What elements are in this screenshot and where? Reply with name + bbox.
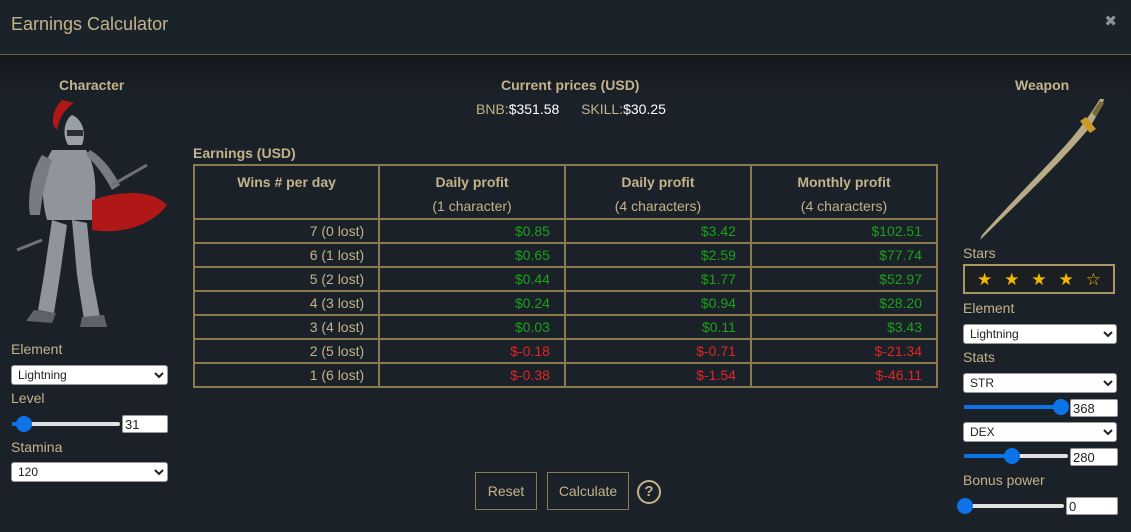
table-row: 1 (6 lost) $-0.38 $-1.54 $-46.11 <box>192 362 939 388</box>
monthly-4-cell: $52.97 <box>749 266 939 292</box>
skill-label: SKILL: <box>581 101 624 117</box>
table-row: 5 (2 lost) $0.44 $1.77 $52.97 <box>192 266 939 292</box>
column-header: Daily profit (4 characters) <box>563 164 752 220</box>
stat2-input[interactable] <box>1070 448 1118 466</box>
wins-cell: 4 (3 lost) <box>192 290 381 316</box>
stat2-select[interactable]: DEX <box>963 422 1117 442</box>
monthly-4-cell: $-21.34 <box>749 338 939 364</box>
monthly-4-cell: $-46.11 <box>749 362 939 388</box>
stat1-select[interactable]: STR <box>963 373 1117 393</box>
character-heading: Character <box>59 77 125 93</box>
daily-1-cell: $-0.38 <box>378 362 566 388</box>
skill-value: $30.25 <box>623 101 666 117</box>
stars-label: Stars <box>963 245 996 261</box>
daily-1-cell: $0.24 <box>378 290 566 316</box>
close-icon[interactable]: ✖ <box>1104 12 1117 30</box>
daily-1-cell: $-0.18 <box>378 338 566 364</box>
column-header: Wins # per day <box>192 164 381 220</box>
character-element-label: Element <box>11 341 63 357</box>
stat2-slider[interactable] <box>964 448 1068 464</box>
stamina-select[interactable]: 120 <box>11 462 168 482</box>
earnings-heading: Earnings (USD) <box>193 145 296 161</box>
monthly-4-cell: $3.43 <box>749 314 939 340</box>
bonus-power-input[interactable] <box>1066 497 1118 515</box>
star-filled-icon[interactable]: ★ <box>1059 271 1074 288</box>
level-slider[interactable] <box>12 416 120 432</box>
character-image <box>16 100 167 327</box>
monthly-4-cell: $102.51 <box>749 218 939 244</box>
slider-track <box>964 504 1064 508</box>
table-row: 4 (3 lost) $0.24 $0.94 $28.20 <box>192 290 939 316</box>
level-input[interactable] <box>122 415 168 433</box>
stamina-label: Stamina <box>11 439 63 455</box>
bonus-power-label: Bonus power <box>963 472 1045 488</box>
weapon-image <box>980 99 1104 240</box>
wins-cell: 2 (5 lost) <box>192 338 381 364</box>
star-filled-icon[interactable]: ★ <box>977 271 992 288</box>
daily-4-cell: $0.94 <box>563 290 752 316</box>
slider-handle[interactable] <box>1003 448 1020 464</box>
star-filled-icon[interactable]: ★ <box>1004 271 1019 288</box>
daily-4-cell: $3.42 <box>563 218 752 244</box>
daily-4-cell: $1.77 <box>563 266 752 292</box>
stat1-input[interactable] <box>1070 399 1118 417</box>
table-row: 2 (5 lost) $-0.18 $-0.71 $-21.34 <box>192 338 939 364</box>
slider-handle[interactable] <box>15 416 32 432</box>
wins-cell: 7 (0 lost) <box>192 218 381 244</box>
modal-title: Earnings Calculator <box>11 14 169 34</box>
reset-button[interactable]: Reset <box>475 472 537 510</box>
bnb-value: $351.58 <box>508 101 560 117</box>
table-row: 7 (0 lost) $0.85 $3.42 $102.51 <box>192 218 939 244</box>
level-label: Level <box>11 390 45 406</box>
wins-cell: 3 (4 lost) <box>192 314 381 340</box>
daily-4-cell: $-1.54 <box>563 362 752 388</box>
modal-header: Earnings Calculator ✖ <box>0 0 1131 55</box>
slider-fill <box>964 405 1060 409</box>
wins-cell: 1 (6 lost) <box>192 362 381 388</box>
bonus-power-slider[interactable] <box>957 498 1064 514</box>
daily-4-cell: $-0.71 <box>563 338 752 364</box>
wins-cell: 5 (2 lost) <box>192 266 381 292</box>
monthly-4-cell: $77.74 <box>749 242 939 268</box>
daily-1-cell: $0.85 <box>378 218 566 244</box>
table-header-row: Wins # per day Daily profit (1 character)… <box>192 164 939 220</box>
daily-1-cell: $0.44 <box>378 266 566 292</box>
slider-handle[interactable] <box>1052 399 1069 415</box>
stats-label: Stats <box>963 349 995 365</box>
slider-handle[interactable] <box>957 498 973 514</box>
help-icon[interactable]: ? <box>637 480 661 504</box>
weapon-heading: Weapon <box>1015 77 1070 93</box>
daily-4-cell: $0.11 <box>563 314 752 340</box>
monthly-4-cell: $28.20 <box>749 290 939 316</box>
daily-1-cell: $0.03 <box>378 314 566 340</box>
star-empty-icon[interactable]: ☆ <box>1086 271 1101 288</box>
daily-4-cell: $2.59 <box>563 242 752 268</box>
prices-heading: Current prices (USD) <box>501 77 640 93</box>
column-header: Daily profit (1 character) <box>378 164 566 220</box>
stars-rating: ★ ★ ★ ★ ☆ <box>963 264 1115 294</box>
column-header: Monthly profit (4 characters) <box>749 164 939 220</box>
star-filled-icon[interactable]: ★ <box>1031 271 1046 288</box>
character-element-select[interactable]: Lightning <box>11 365 168 385</box>
earnings-table: Wins # per day Daily profit (1 character)… <box>192 164 939 388</box>
table-row: 6 (1 lost) $0.65 $2.59 $77.74 <box>192 242 939 268</box>
prices-row: BNB:$351.58 SKILL:$30.25 <box>476 101 666 117</box>
table-row: 3 (4 lost) $0.03 $0.11 $3.43 <box>192 314 939 340</box>
wins-cell: 6 (1 lost) <box>192 242 381 268</box>
weapon-element-label: Element <box>963 300 1015 316</box>
calculate-button[interactable]: Calculate <box>547 472 629 510</box>
bnb-label: BNB: <box>476 101 509 117</box>
stat1-slider[interactable] <box>964 399 1069 415</box>
weapon-element-select[interactable]: Lightning <box>963 324 1117 344</box>
daily-1-cell: $0.65 <box>378 242 566 268</box>
